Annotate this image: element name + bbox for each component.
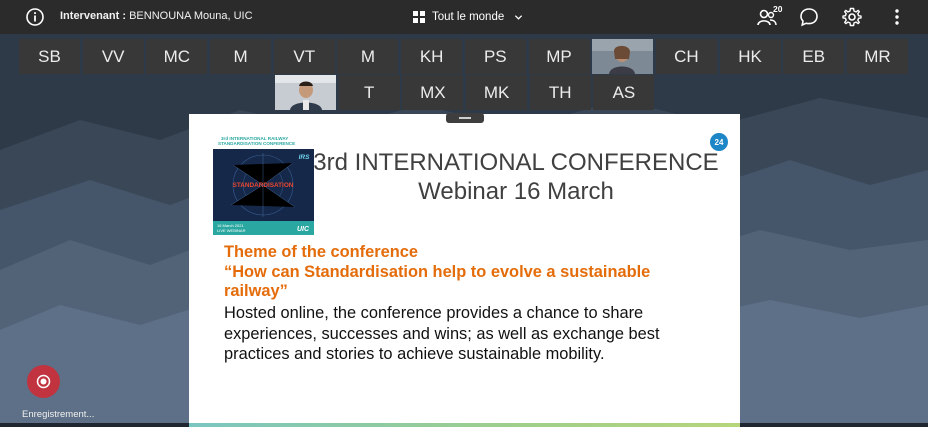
participant-tile[interactable]: CH: [655, 39, 717, 74]
grid-icon: [413, 11, 425, 23]
logo-word: STANDARDISATION: [233, 182, 294, 189]
shared-presentation-slide: 3rd INTERNATIONAL RAILWAY STANDARDISATIO…: [189, 114, 740, 427]
collapse-gallery-handle[interactable]: [446, 113, 484, 123]
logo-sub: LIVE WEBINAR: [217, 228, 246, 233]
participant-initials: MX: [420, 82, 446, 102]
participant-video-image: [592, 39, 654, 74]
participant-tile[interactable]: TH: [529, 75, 591, 110]
body-line-2: experiences, successes and wins; as well…: [224, 324, 660, 343]
top-bar: Intervenant : BENNOUNA Mouna, UIC Tout l…: [0, 0, 928, 34]
participants-row-1: SB VV MC M VT M KH PS MP CH HK EB MR: [19, 39, 911, 74]
conference-theme: Theme of the conference “How can Standar…: [224, 243, 724, 302]
conference-logo: 3rd INTERNATIONAL RAILWAY STANDARDISATIO…: [213, 135, 314, 235]
theme-question-line-2: railway”: [224, 282, 288, 300]
participant-tile[interactable]: KH: [401, 39, 463, 74]
slide-body-text: Hosted online, the conference provides a…: [224, 303, 729, 365]
participant-tile[interactable]: MK: [466, 75, 528, 110]
settings-gear-icon[interactable]: [841, 6, 863, 28]
participants-count-badge: 20: [773, 4, 783, 14]
participant-initials: TH: [548, 82, 572, 102]
participant-initials: SB: [38, 46, 61, 66]
body-line-3: practices and stories to achieve sustain…: [224, 345, 605, 363]
recording-label: Enregistrement...: [22, 409, 95, 420]
theme-heading: Theme of the conference: [224, 243, 418, 261]
participant-tile[interactable]: VV: [82, 39, 144, 74]
participant-tile[interactable]: MR: [846, 39, 908, 74]
slide-title-line-2: Webinar 16 March: [418, 178, 614, 205]
participant-initials: AS: [612, 82, 636, 102]
view-selector[interactable]: Tout le monde: [412, 8, 523, 26]
participant-initials: PS: [483, 46, 507, 66]
participant-initials: VT: [293, 46, 316, 66]
participant-tile[interactable]: VT: [273, 39, 335, 74]
participant-tile[interactable]: AS: [593, 75, 655, 110]
participant-initials: MP: [546, 46, 572, 66]
participant-initials: MR: [864, 46, 891, 66]
participant-initials: HK: [738, 46, 762, 66]
logo-brand: UIC: [297, 226, 310, 233]
theme-question-line-1: “How can Standardisation help to evolve …: [224, 262, 651, 281]
participant-tile[interactable]: PS: [464, 39, 526, 74]
participant-video-tile[interactable]: [275, 75, 336, 110]
participant-initials: MK: [483, 82, 510, 102]
participant-tile[interactable]: MC: [146, 39, 208, 74]
participant-initials: T: [363, 82, 375, 102]
participant-initials: CH: [674, 46, 699, 66]
participant-tile[interactable]: EB: [783, 39, 845, 74]
participants-row-2: T MX MK TH AS: [275, 75, 657, 110]
recording-button[interactable]: [27, 365, 60, 398]
participant-initials: VV: [101, 46, 125, 66]
slide-title-line-1: 3rd INTERNATIONAL CONFERENCE: [313, 149, 719, 176]
view-selector-label: Tout le monde: [432, 11, 505, 23]
participant-tile[interactable]: HK: [719, 39, 781, 74]
participant-initials: M: [360, 46, 376, 66]
participant-initials: KH: [419, 46, 444, 66]
logo-line-2: STANDARDISATION CONFERENCE: [218, 141, 295, 146]
participant-initials: MC: [163, 46, 191, 66]
participant-initials: EB: [802, 46, 826, 66]
speaker-name: BENNOUNA Mouna, UIC: [129, 10, 253, 22]
participant-video-image: [275, 75, 336, 110]
speaker-info: Intervenant : BENNOUNA Mouna, UIC: [60, 10, 253, 22]
info-icon[interactable]: [25, 7, 45, 27]
chat-icon[interactable]: [798, 6, 820, 28]
participant-tile[interactable]: SB: [19, 39, 80, 74]
participant-video-tile[interactable]: [592, 39, 654, 74]
participant-initials: M: [233, 46, 248, 66]
slide-title: 3rd INTERNATIONAL CONFERENCE Webinar 16 …: [307, 148, 725, 206]
participant-tile[interactable]: MP: [528, 39, 590, 74]
speaker-label: Intervenant :: [60, 10, 127, 22]
record-icon: [36, 374, 51, 389]
slide-page-number: 24: [710, 133, 728, 151]
participant-tile[interactable]: M: [337, 39, 399, 74]
participant-tile[interactable]: MX: [402, 75, 464, 110]
body-line-1: Hosted online, the conference provides a…: [224, 304, 644, 322]
participant-tile[interactable]: T: [338, 75, 400, 110]
participant-tile[interactable]: M: [210, 39, 272, 74]
chevron-down-icon: [515, 14, 523, 20]
slide-footer-bar: [189, 423, 740, 427]
more-options-icon[interactable]: [886, 6, 908, 28]
